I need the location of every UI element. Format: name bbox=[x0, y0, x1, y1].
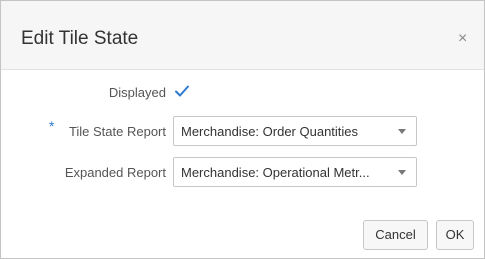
displayed-label: Displayed bbox=[108, 85, 166, 100]
expanded-report-label: Expanded Report bbox=[64, 165, 166, 180]
dialog-header: Edit Tile State × bbox=[1, 1, 484, 70]
ok-button[interactable]: OK bbox=[436, 220, 474, 250]
tile-state-report-label: Tile State Report bbox=[68, 124, 166, 139]
chevron-down-icon bbox=[398, 170, 406, 175]
required-indicator: * bbox=[49, 118, 55, 134]
cancel-button[interactable]: Cancel bbox=[363, 220, 428, 250]
expanded-report-row: Expanded Report Merchandise: Operational… bbox=[1, 157, 484, 189]
displayed-checkbox[interactable] bbox=[173, 82, 191, 100]
dialog-title: Edit Tile State bbox=[21, 28, 139, 49]
close-icon[interactable]: × bbox=[458, 31, 467, 47]
checkmark-icon bbox=[175, 85, 189, 97]
tile-state-report-value: Merchandise: Order Quantities bbox=[181, 124, 359, 139]
tile-state-report-select[interactable]: Merchandise: Order Quantities bbox=[173, 116, 417, 146]
displayed-row: Displayed bbox=[1, 77, 484, 109]
edit-tile-state-dialog: Edit Tile State × Displayed * Tile State… bbox=[0, 0, 485, 259]
chevron-down-icon bbox=[398, 129, 406, 134]
expanded-report-select[interactable]: Merchandise: Operational Metr... bbox=[173, 157, 417, 187]
expanded-report-value: Merchandise: Operational Metr... bbox=[181, 165, 370, 180]
tile-state-report-row: * Tile State Report Merchandise: Order Q… bbox=[1, 116, 484, 148]
